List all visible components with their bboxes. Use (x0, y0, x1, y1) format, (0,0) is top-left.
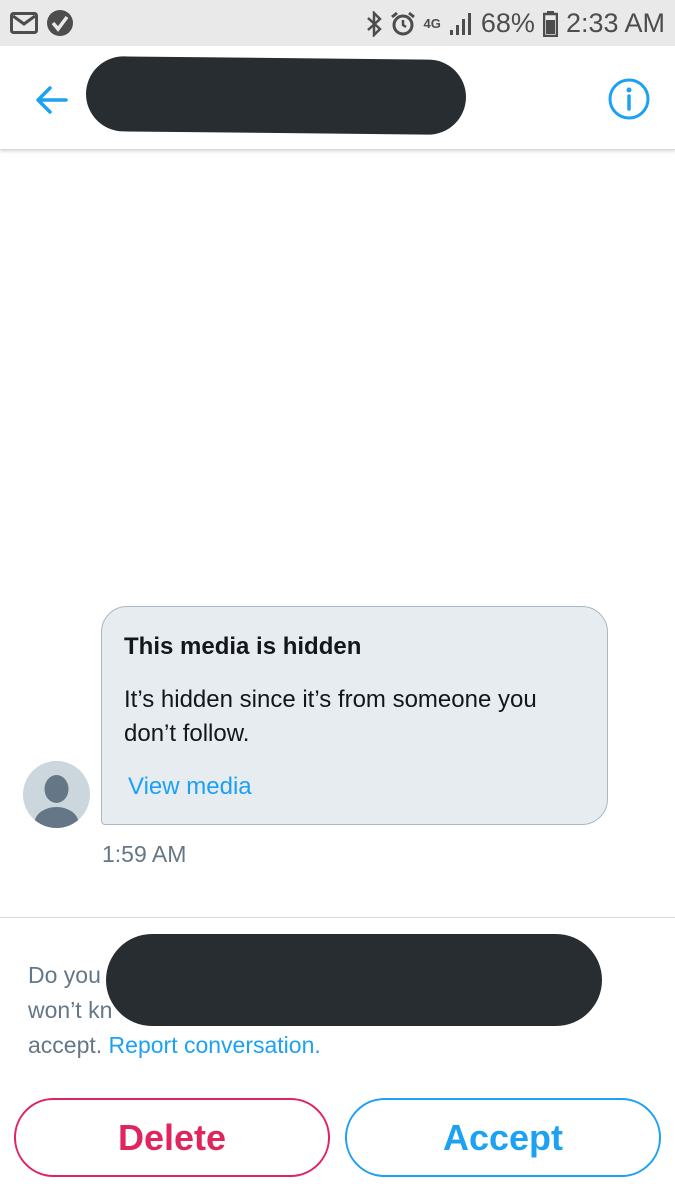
notification-icons (10, 9, 74, 37)
status-bar: 4G 68% 2:33 AM (0, 0, 675, 46)
delete-button[interactable]: Delete (14, 1098, 330, 1177)
message-bubble: This media is hidden It’s hidden since i… (101, 606, 608, 825)
report-conversation-link[interactable]: Report conversation. (109, 1032, 321, 1058)
alarm-icon (390, 11, 415, 35)
redacted-text (106, 934, 602, 1026)
arrow-left-icon (36, 86, 68, 114)
avatar[interactable] (23, 761, 90, 828)
redacted-username (85, 56, 467, 135)
info-button[interactable] (606, 76, 652, 122)
system-status: 4G 68% 2:33 AM (366, 8, 665, 39)
signal-icon (449, 12, 471, 35)
view-media-link[interactable]: View media (128, 773, 252, 801)
battery-percent: 68% (480, 8, 535, 38)
message-timestamp: 1:59 AM (102, 841, 187, 867)
hidden-media-description: It’s hidden since it’s from someone you … (124, 686, 537, 747)
network-type: 4G (423, 15, 441, 31)
default-profile-icon (34, 775, 79, 828)
info-icon (608, 78, 650, 120)
accept-button[interactable]: Accept (345, 1098, 661, 1177)
check-circle-icon (47, 10, 73, 36)
battery-icon (542, 10, 558, 37)
back-button[interactable] (28, 76, 76, 124)
bluetooth-icon (366, 10, 382, 37)
hidden-media-title: This media is hidden (124, 633, 362, 660)
request-text-accept: accept. (28, 1032, 103, 1058)
conversation-header (0, 46, 675, 150)
clock: 2:33 AM (565, 8, 665, 38)
divider (0, 917, 675, 918)
request-text-line-3: accept. Report conversation. (28, 1028, 648, 1063)
mail-icon (10, 12, 38, 34)
